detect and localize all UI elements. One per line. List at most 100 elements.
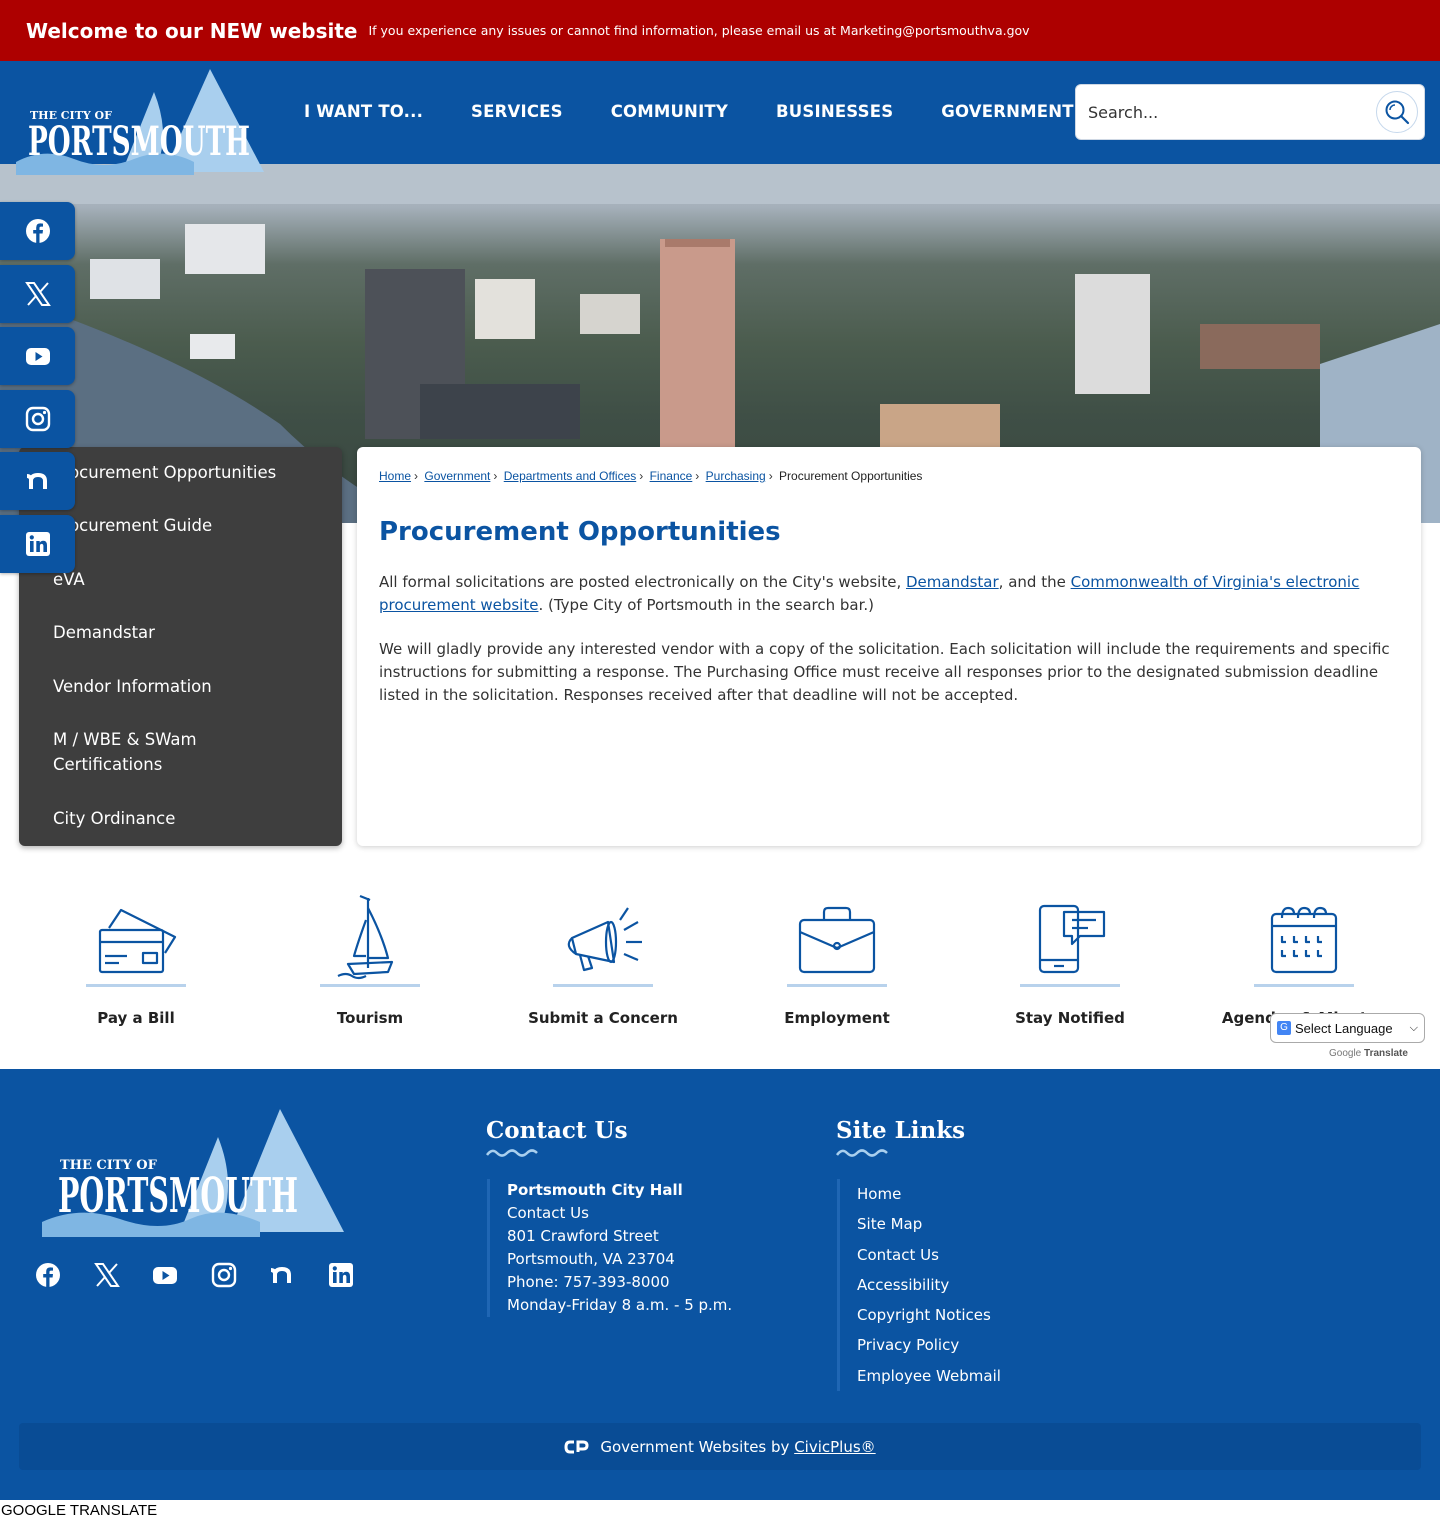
google-translate-icon: G [1277, 1021, 1291, 1035]
megaphone-icon [553, 880, 653, 980]
contact-us-link[interactable]: Contact Us [507, 1202, 732, 1225]
alert-bar: Welcome to our NEW website If you experi… [0, 0, 1440, 61]
sidebar-item-procurement-guide[interactable]: Procurement Guide [53, 513, 212, 538]
site-links-heading: Site Links [836, 1117, 966, 1144]
quick-link-pay-a-bill[interactable]: Pay a Bill [46, 880, 226, 1027]
quick-link-employment[interactable]: Employment [747, 880, 927, 1027]
facebook-icon [36, 1263, 60, 1287]
footer-social-nextdoor[interactable] [264, 1257, 300, 1293]
site-link-home[interactable]: Home [857, 1179, 1001, 1209]
footer-social-linkedin[interactable] [323, 1257, 359, 1293]
site-link-site-map[interactable]: Site Map [857, 1209, 1001, 1239]
x-icon [93, 1263, 120, 1287]
alert-message: If you experience any issues or cannot f… [368, 23, 1030, 38]
social-youtube[interactable] [0, 327, 75, 386]
search-input[interactable] [1088, 85, 1368, 139]
youtube-icon [153, 1267, 177, 1284]
sidebar-item-certifications[interactable]: M / WBE & SWam Certifications [53, 727, 243, 777]
social-facebook[interactable] [0, 202, 75, 260]
breadcrumb-departments[interactable]: Departments and Offices [504, 469, 637, 483]
site-link-contact-us[interactable]: Contact Us [857, 1240, 1001, 1270]
sidebar-item-procurement-opportunities[interactable]: Procurement Opportunities [53, 460, 276, 485]
site-footer: THE CITY OF PORTSMOUTH Contact Us Portsm… [0, 1069, 1440, 1500]
google-translate-label: GOOGLE TRANSLATE [0, 1500, 1440, 1524]
chevron-down-icon: ⌵ [1409, 1021, 1418, 1034]
search-icon [1385, 100, 1410, 125]
quick-link-stay-notified[interactable]: Stay Notified [980, 880, 1160, 1027]
footer-logo[interactable]: THE CITY OF PORTSMOUTH [40, 1107, 345, 1237]
quick-link-tourism[interactable]: Tourism [280, 880, 460, 1027]
content-card: Home › Government › Departments and Office… [357, 447, 1421, 846]
footer-social-youtube[interactable] [147, 1257, 183, 1293]
quick-link-submit-a-concern[interactable]: Submit a Concern [513, 880, 693, 1027]
sidebar-item-vendor-information[interactable]: Vendor Information [53, 674, 212, 699]
footer-social [30, 1257, 381, 1293]
quick-links: Pay a Bill Tourism Submit a Concern Empl… [0, 880, 1440, 1040]
contact-block: Portsmouth City Hall Contact Us 801 Craw… [487, 1179, 732, 1317]
social-linkedin[interactable] [0, 514, 75, 573]
social-nextdoor[interactable] [0, 452, 75, 511]
contact-phone: Phone: 757-393-8000 [507, 1273, 670, 1291]
social-x[interactable] [0, 264, 75, 323]
civicplus-link[interactable]: CivicPlus® [794, 1438, 875, 1456]
footer-social-x[interactable] [89, 1257, 125, 1293]
site-link-employee-webmail[interactable]: Employee Webmail [857, 1361, 1001, 1391]
social-rail [0, 202, 75, 578]
breadcrumb-finance[interactable]: Finance [650, 469, 693, 483]
x-icon [24, 281, 51, 306]
contact-address: 801 Crawford Street [507, 1227, 659, 1245]
nextdoor-icon [270, 1267, 291, 1283]
site-logo[interactable]: THE CITY OF PORTSMOUTH [14, 67, 266, 175]
language-select[interactable]: G Select Language ⌵ [1270, 1013, 1425, 1043]
breadcrumb-home[interactable]: Home [379, 469, 411, 483]
nav-businesses[interactable]: BUSINESSES [752, 102, 917, 121]
linkedin-icon [328, 1263, 353, 1287]
demandstar-link[interactable]: Demandstar [906, 573, 999, 591]
sidebar-item-demandstar[interactable]: Demandstar [53, 620, 155, 645]
main-nav: I WANT TO... SERVICES COMMUNITY BUSINESS… [280, 61, 1098, 161]
social-instagram[interactable] [0, 389, 75, 448]
phone-notification-icon [1020, 880, 1120, 980]
nav-government[interactable]: GOVERNMENT [917, 102, 1097, 121]
search-box [1075, 84, 1425, 140]
page-title: Procurement Opportunities [379, 517, 781, 547]
wave-decoration [486, 1149, 538, 1157]
calendar-icon [1254, 880, 1354, 980]
credit-card-icon [86, 880, 186, 980]
briefcase-icon [787, 880, 887, 980]
contact-name: Portsmouth City Hall [507, 1181, 683, 1199]
search-button[interactable] [1376, 91, 1418, 133]
vendor-paragraph: We will gladly provide any interested ve… [379, 640, 1390, 704]
civicplus-icon [564, 1440, 589, 1453]
facebook-icon [25, 219, 50, 243]
breadcrumb-current: Procurement Opportunities [779, 469, 923, 483]
svg-text:PORTSMOUTH: PORTSMOUTH [58, 1168, 298, 1224]
nav-i-want-to[interactable]: I WANT TO... [280, 102, 447, 121]
wave-decoration [836, 1149, 888, 1157]
site-link-privacy[interactable]: Privacy Policy [857, 1330, 1001, 1360]
breadcrumb-government[interactable]: Government [424, 469, 490, 483]
svg-text:PORTSMOUTH: PORTSMOUTH [28, 118, 250, 165]
instagram-icon [211, 1262, 236, 1288]
breadcrumb-purchasing[interactable]: Purchasing [706, 469, 766, 483]
site-link-copyright[interactable]: Copyright Notices [857, 1300, 1001, 1330]
breadcrumb: Home › Government › Departments and Office… [379, 469, 923, 483]
alert-title: Welcome to our NEW website [26, 18, 358, 43]
site-link-accessibility[interactable]: Accessibility [857, 1270, 1001, 1300]
powered-by-google: Google Translate [1329, 1048, 1408, 1059]
civicplus-bar: Government Websites by CivicPlus® [19, 1423, 1421, 1470]
site-links-block: Home Site Map Contact Us Accessibility C… [837, 1179, 1001, 1392]
instagram-icon [25, 406, 50, 431]
nextdoor-icon [26, 473, 47, 490]
footer-social-facebook[interactable] [30, 1257, 66, 1293]
linkedin-icon [25, 531, 50, 556]
sailboat-icon [320, 880, 420, 980]
footer-social-instagram[interactable] [206, 1257, 242, 1293]
contact-city: Portsmouth, VA 23704 [507, 1250, 675, 1268]
nav-services[interactable]: SERVICES [447, 102, 587, 121]
quick-link-agendas-minutes[interactable]: Agendas & Minutes [1214, 880, 1394, 1027]
intro-paragraph: All formal solicitations are posted elec… [379, 573, 1360, 614]
contact-heading: Contact Us [486, 1117, 628, 1144]
nav-community[interactable]: COMMUNITY [587, 102, 752, 121]
sidebar-item-city-ordinance[interactable]: City Ordinance [53, 806, 175, 831]
